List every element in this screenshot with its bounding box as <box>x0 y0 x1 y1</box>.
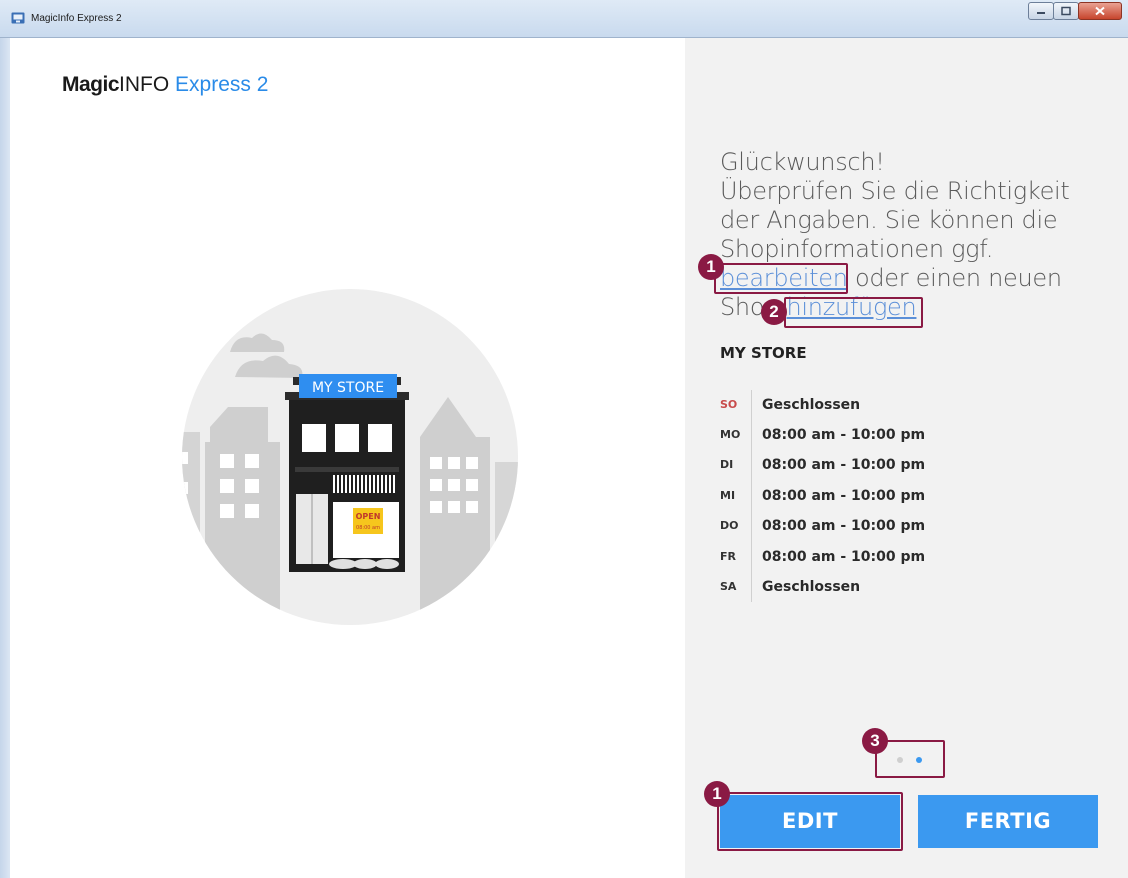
hours-row: DI 08:00 am - 10:00 pm <box>720 450 1020 473</box>
hours-time: 08:00 am - 10:00 pm <box>762 427 926 443</box>
hours-row: MI 08:00 am - 10:00 pm <box>720 481 1020 504</box>
app-icon <box>11 12 25 24</box>
maximize-icon <box>1061 6 1071 16</box>
open-sign-time: 08:00 am <box>356 525 380 531</box>
message-line-2: Überprüfen Sie die Richtigkeit <box>720 177 1070 205</box>
app-logo: MagicINFO Express 2 <box>62 73 268 97</box>
logo-express: Express 2 <box>175 73 269 96</box>
hours-day: SO <box>720 398 738 411</box>
window-left-border <box>0 38 10 878</box>
annotation-box-edit-link <box>714 263 848 294</box>
hours-day: FR <box>720 550 736 563</box>
confirmation-message: Glückwunsch! Überprüfen Sie die Richtigk… <box>720 148 1100 322</box>
message-line-3: der Angaben. Sie können die <box>720 206 1058 234</box>
open-sign-label: OPEN <box>356 512 381 521</box>
message-line-4: Shopinformationen ggf. <box>720 235 994 263</box>
minimize-button[interactable] <box>1028 2 1054 20</box>
page-dot-2[interactable] <box>916 757 922 763</box>
hours-day: DO <box>720 519 739 532</box>
hours-day: MI <box>720 489 736 502</box>
message-line-5: oder einen neuen <box>847 264 1062 292</box>
annotation-badge-1b: 1 <box>704 781 730 807</box>
window-title: MagicInfo Express 2 <box>31 13 122 24</box>
hours-row: DO 08:00 am - 10:00 pm <box>720 511 1020 534</box>
hours-row: SO Geschlossen <box>720 390 1020 413</box>
hours-time: 08:00 am - 10:00 pm <box>762 518 926 534</box>
annotation-box-add-link <box>784 297 923 328</box>
store-illustration: OPEN 08:00 am MY STORE <box>182 289 518 625</box>
maximize-button[interactable] <box>1053 2 1079 20</box>
hours-day: MO <box>720 428 741 441</box>
annotation-box-edit-button <box>717 792 903 851</box>
logo-magic: Magic <box>62 73 120 96</box>
store-sign-text: MY STORE <box>312 380 384 396</box>
store-name: MY STORE <box>720 344 807 362</box>
done-button[interactable]: FERTIG <box>918 795 1098 848</box>
hours-time: 08:00 am - 10:00 pm <box>762 488 926 504</box>
hours-row: FR 08:00 am - 10:00 pm <box>720 542 1020 565</box>
hours-row: SA Geschlossen <box>720 572 1020 595</box>
message-line-1: Glückwunsch! <box>720 148 885 176</box>
close-button[interactable] <box>1078 2 1122 20</box>
hours-time: 08:00 am - 10:00 pm <box>762 549 926 565</box>
annotation-badge-3: 3 <box>862 728 888 754</box>
hours-time: Geschlossen <box>762 579 861 595</box>
hours-time: Geschlossen <box>762 397 861 413</box>
annotation-badge-1: 1 <box>698 254 724 280</box>
hours-row: MO 08:00 am - 10:00 pm <box>720 420 1020 443</box>
annotation-badge-2: 2 <box>761 299 787 325</box>
page-dot-1[interactable] <box>897 757 903 763</box>
title-bar: MagicInfo Express 2 <box>0 0 1128 38</box>
minimize-icon <box>1037 12 1045 14</box>
close-icon <box>1095 6 1105 16</box>
window-controls <box>1028 2 1122 20</box>
hours-time: 08:00 am - 10:00 pm <box>762 457 926 473</box>
hours-day: SA <box>720 580 737 593</box>
hours-day: DI <box>720 458 734 471</box>
pagination-dots <box>897 757 927 767</box>
logo-info: INFO <box>119 73 170 96</box>
